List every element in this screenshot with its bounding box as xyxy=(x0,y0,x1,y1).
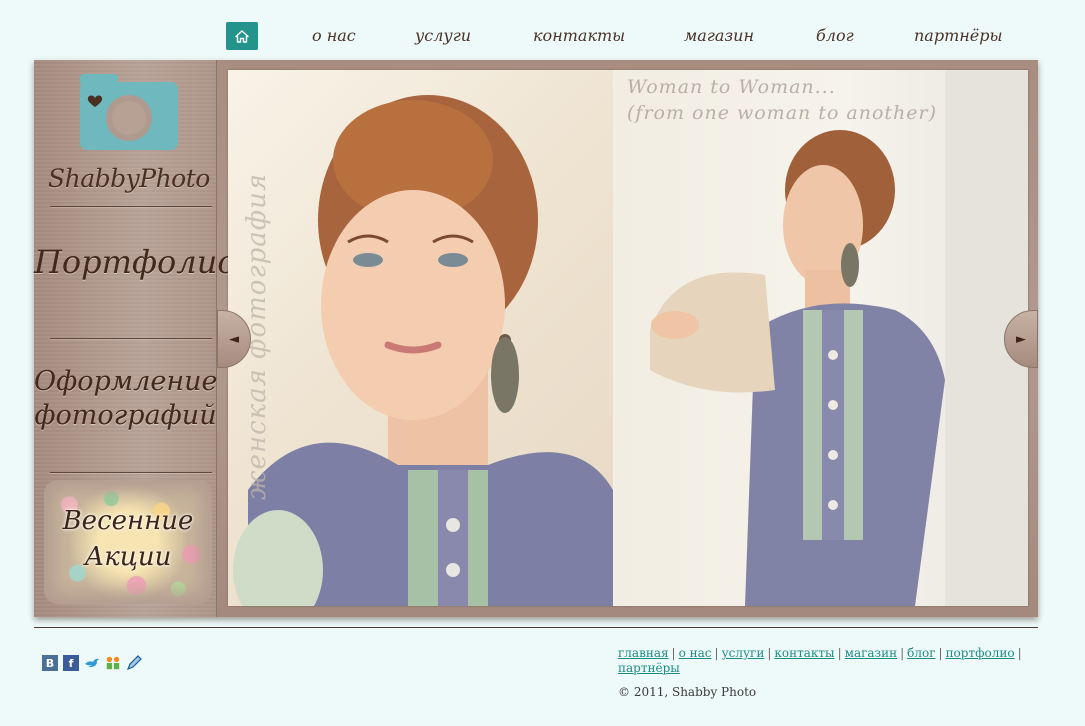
vkontakte-icon[interactable]: В xyxy=(42,655,58,671)
slideshow-image: женская фотография Woman to Woman... (fr… xyxy=(228,70,1028,606)
arrow-left-icon: ◄ xyxy=(229,331,239,347)
footer-divider xyxy=(34,627,1038,628)
odnoklassniki-icon[interactable] xyxy=(105,655,121,671)
footer-link-shop[interactable]: магазин xyxy=(845,646,897,660)
sidebar-item-photo-design[interactable]: Оформление фотографий xyxy=(34,365,218,433)
sidebar: ShabbyPhoto Портфолио Оформление фотогра… xyxy=(34,60,237,617)
footer-link-about[interactable]: о нас xyxy=(679,646,712,660)
sidebar-item-label: фотографий xyxy=(34,400,217,431)
livejournal-icon[interactable] xyxy=(126,655,142,671)
footer-link-home[interactable]: главная xyxy=(618,646,669,660)
twitter-icon[interactable] xyxy=(84,655,100,671)
footer-link-contacts[interactable]: контакты xyxy=(774,646,834,660)
portrait-illustration xyxy=(650,70,1028,606)
site-logo[interactable]: ShabbyPhoto xyxy=(48,72,210,202)
facebook-icon[interactable]: f xyxy=(63,655,79,671)
footer-link-portfolio[interactable]: портфолио xyxy=(946,646,1015,660)
caption-subtitle: (from one woman to another) xyxy=(627,102,938,124)
portrait-photo-left: женская фотография xyxy=(228,70,613,606)
caption-title: Woman to Woman... xyxy=(627,76,836,98)
social-icons: В f xyxy=(42,655,142,671)
portrait-photo-right: Woman to Woman... (from one woman to ano… xyxy=(615,70,1028,606)
nav-item-contacts[interactable]: контакты xyxy=(533,26,625,45)
sidebar-divider xyxy=(50,206,212,207)
nav-item-shop[interactable]: магазин xyxy=(684,26,754,45)
footer-link-partners[interactable]: партнёры xyxy=(618,661,680,675)
top-navigation: о нас услуги контакты магазин блог партн… xyxy=(226,21,1036,51)
nav-item-services[interactable]: услуги xyxy=(415,26,471,45)
logo-text: ShabbyPhoto xyxy=(48,164,210,193)
sidebar-item-portfolio[interactable]: Портфолио xyxy=(34,243,237,281)
footer-links: главная | о нас | услуги | контакты | магазин | бл… xyxy=(618,646,1022,675)
camera-heart-icon xyxy=(80,74,178,150)
copyright-text: © 2011, Shabby Photo xyxy=(618,685,757,699)
sidebar-item-label: Оформление xyxy=(34,366,218,397)
arrow-right-icon: ► xyxy=(1016,331,1026,347)
home-icon xyxy=(235,29,249,43)
footer-link-blog[interactable]: блог xyxy=(907,646,935,660)
footer-link-services[interactable]: услуги xyxy=(722,646,765,660)
sidebar-divider xyxy=(50,472,212,473)
nav-item-about[interactable]: о нас xyxy=(312,26,356,45)
promo-text: Акции xyxy=(84,542,172,572)
vertical-caption: женская фотография xyxy=(242,172,272,500)
nav-item-blog[interactable]: блог xyxy=(816,26,854,45)
home-button[interactable] xyxy=(226,22,258,50)
sidebar-divider xyxy=(50,338,212,339)
main-frame: ShabbyPhoto Портфолио Оформление фотогра… xyxy=(34,60,1038,617)
spring-promo-banner[interactable]: Весенние Акции xyxy=(44,480,212,604)
nav-item-partners[interactable]: партнёры xyxy=(914,26,1003,45)
portrait-illustration xyxy=(233,95,613,606)
promo-text: Весенние xyxy=(62,506,194,536)
